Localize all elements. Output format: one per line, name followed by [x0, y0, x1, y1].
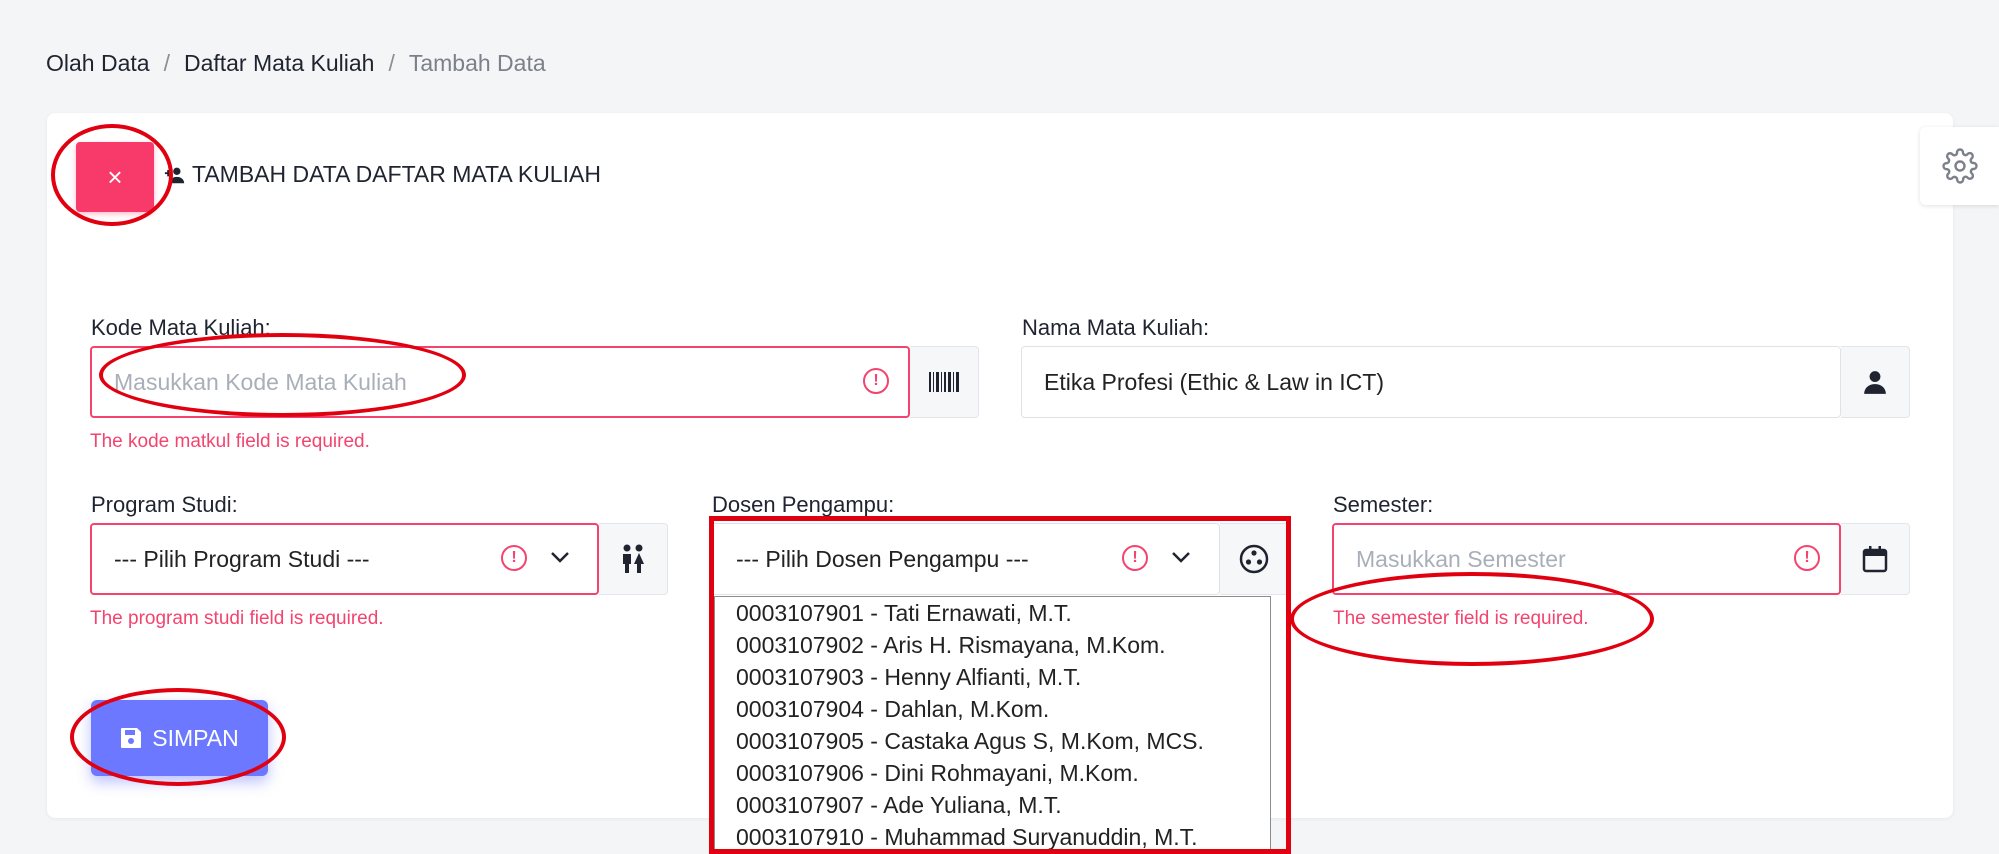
breadcrumb-item-daftar-mata-kuliah[interactable]: Daftar Mata Kuliah [184, 50, 374, 77]
chevron-down-icon [551, 552, 569, 563]
dosen-option[interactable]: 0003107905 - Castaka Agus S, M.Kom, MCS. [715, 725, 1270, 757]
semester-input[interactable] [1332, 523, 1841, 595]
barcode-icon [929, 372, 959, 392]
warning-icon: ! [1794, 545, 1820, 571]
chevron-down-icon [1172, 552, 1190, 563]
calendar-icon [1862, 546, 1888, 573]
palette-icon [1239, 544, 1269, 574]
close-button[interactable]: × [76, 142, 154, 212]
dosen-option[interactable]: 0003107903 - Henny Alfianti, M.T. [715, 661, 1270, 693]
dosen-option[interactable]: 0003107907 - Ade Yuliana, M.T. [715, 789, 1270, 821]
settings-button[interactable] [1920, 127, 1999, 205]
nama-label: Nama Mata Kuliah: [1022, 315, 1210, 340]
dosen-option[interactable]: 0003107901 - Tati Ernawati, M.T. [715, 597, 1270, 629]
semester-error: The semester field is required. [1333, 608, 1589, 629]
user-icon [1864, 371, 1886, 394]
breadcrumb-separator: / [388, 50, 395, 76]
dosen-label: Dosen Pengampu: [712, 492, 895, 517]
semester-addon [1841, 523, 1910, 595]
card-title: TAMBAH DATA DAFTAR MATA KULIAH [164, 161, 601, 188]
dosen-selected: --- Pilih Dosen Pengampu --- [736, 546, 1029, 572]
save-button-label: SIMPAN [152, 724, 239, 751]
save-button[interactable]: SIMPAN [91, 700, 268, 776]
dosen-dropdown-list[interactable]: 0003107901 - Tati Ernawati, M.T. 0003107… [714, 596, 1271, 854]
warning-icon: ! [863, 368, 889, 394]
nama-input[interactable] [1021, 346, 1841, 418]
kode-input[interactable] [90, 346, 910, 418]
prodi-selected: --- Pilih Program Studi --- [114, 546, 370, 572]
prodi-label: Program Studi: [91, 492, 238, 517]
breadcrumb-current: Tambah Data [408, 50, 546, 76]
gear-icon [1941, 148, 1978, 184]
prodi-addon [599, 523, 668, 595]
dosen-option[interactable]: 0003107904 - Dahlan, M.Kom. [715, 693, 1270, 725]
kode-error: The kode matkul field is required. [90, 431, 370, 452]
dosen-option[interactable]: 0003107906 - Dini Rohmayani, M.Kom. [715, 757, 1270, 789]
breadcrumb-separator: / [163, 50, 170, 76]
dosen-addon [1220, 523, 1289, 595]
warning-icon: ! [1122, 545, 1148, 571]
dosen-option[interactable]: 0003107910 - Muhammad Suryanuddin, M.T. [715, 821, 1270, 853]
dosen-option[interactable]: 0003107902 - Aris H. Rismayana, M.Kom. [715, 629, 1270, 661]
warning-icon: ! [501, 545, 527, 571]
people-icon [623, 544, 644, 573]
semester-label: Semester: [1333, 492, 1434, 517]
kode-label: Kode Mata Kuliah: [91, 315, 271, 340]
save-icon [121, 728, 142, 748]
breadcrumb-item-olah-data[interactable]: Olah Data [46, 50, 150, 77]
kode-addon [910, 346, 979, 418]
prodi-error: The program studi field is required. [90, 608, 384, 629]
breadcrumb: Olah Data / Daftar Mata Kuliah / Tambah Data [46, 50, 546, 77]
card-title-text: TAMBAH DATA DAFTAR MATA KULIAH [192, 161, 601, 187]
add-user-icon [164, 167, 185, 183]
nama-addon [1841, 346, 1910, 418]
